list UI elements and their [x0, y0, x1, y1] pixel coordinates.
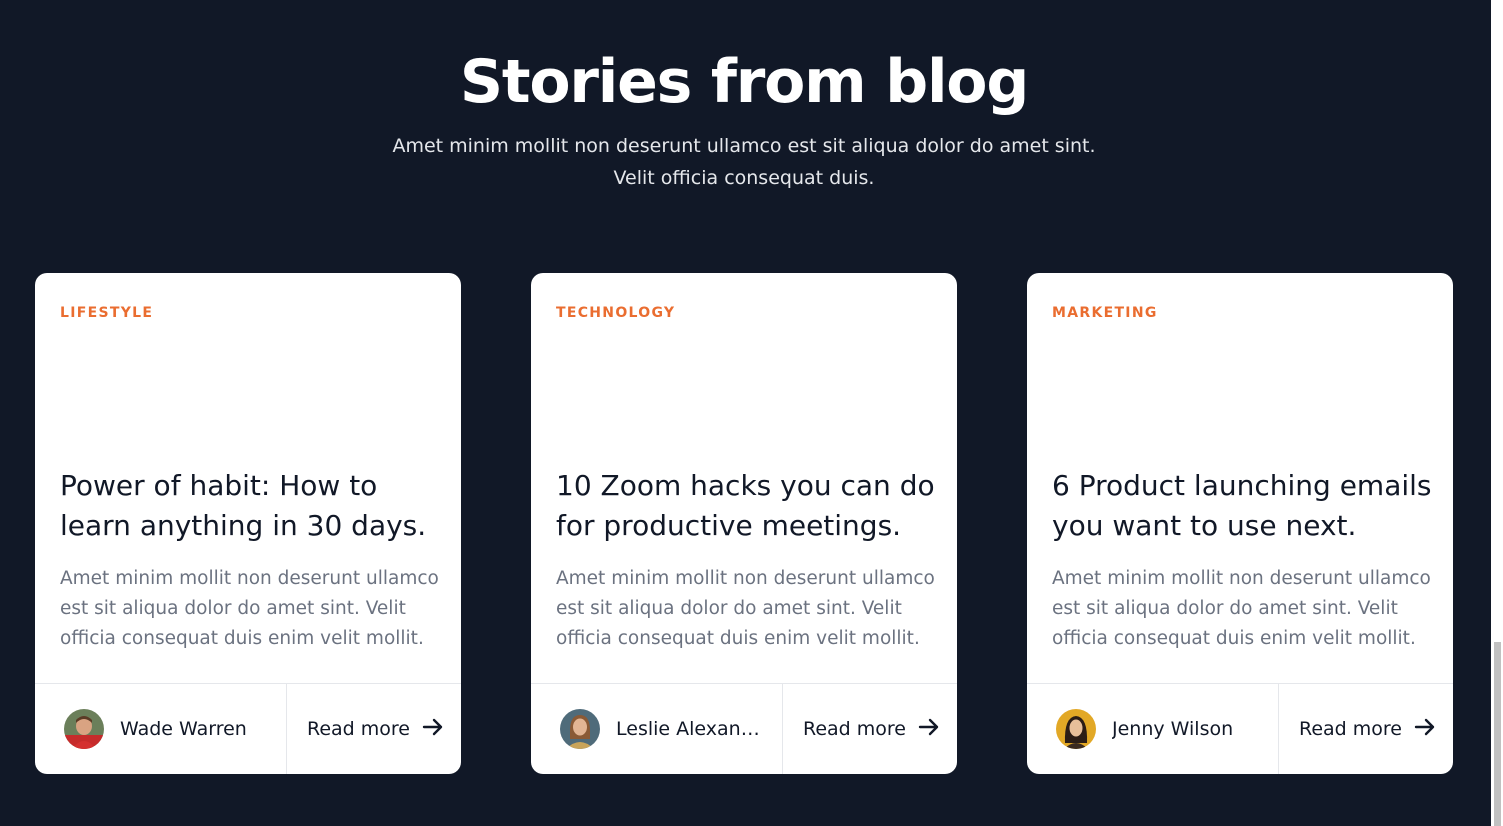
blog-card: MARKETING 6 Product launching emails you… — [1027, 273, 1453, 774]
read-more-label: Read more — [803, 718, 906, 740]
post-category[interactable]: MARKETING — [1052, 305, 1158, 321]
blog-card: LIFESTYLE Power of habit: How to learn a… — [35, 273, 461, 774]
avatar — [64, 709, 104, 749]
post-title[interactable]: 10 Zoom hacks you can do for productive … — [556, 466, 941, 546]
author-info: Wade Warren — [35, 684, 287, 774]
page-scrollbar[interactable] — [1491, 0, 1503, 826]
section-title: Stories from blog — [459, 47, 1029, 117]
card-footer: Jenny Wilson Read more — [1027, 683, 1453, 774]
read-more-link[interactable]: Read more — [783, 684, 957, 774]
blog-card: TECHNOLOGY 10 Zoom hacks you can do for … — [531, 273, 957, 774]
avatar — [1056, 709, 1096, 749]
post-title[interactable]: Power of habit: How to learn anything in… — [60, 466, 445, 546]
arrow-right-icon — [918, 718, 940, 741]
blog-section-header: Stories from blog Amet minim mollit non … — [0, 46, 1488, 194]
scrollbar-thumb[interactable] — [1494, 642, 1501, 826]
arrow-right-icon — [1414, 718, 1436, 741]
author-name[interactable]: Wade Warren — [120, 718, 247, 740]
card-footer: Leslie Alexander Read more — [531, 683, 957, 774]
author-name[interactable]: Jenny Wilson — [1112, 718, 1233, 740]
post-excerpt: Amet minim mollit non deserunt ullamco e… — [1052, 568, 1431, 649]
read-more-label: Read more — [1299, 718, 1402, 740]
read-more-link[interactable]: Read more — [287, 684, 461, 774]
post-excerpt: Amet minim mollit non deserunt ullamco e… — [556, 568, 935, 649]
author-info: Jenny Wilson — [1027, 684, 1279, 774]
card-footer: Wade Warren Read more — [35, 683, 461, 774]
read-more-link[interactable]: Read more — [1279, 684, 1453, 774]
post-title[interactable]: 6 Product launching emails you want to u… — [1052, 466, 1437, 546]
arrow-right-icon — [422, 718, 444, 741]
author-name[interactable]: Leslie Alexander — [616, 718, 764, 740]
read-more-label: Read more — [307, 718, 410, 740]
section-subtitle: Amet minim mollit non deserunt ullamco e… — [392, 135, 1096, 189]
post-excerpt: Amet minim mollit non deserunt ullamco e… — [60, 568, 439, 649]
post-category[interactable]: TECHNOLOGY — [556, 305, 675, 321]
avatar — [560, 709, 600, 749]
post-category[interactable]: LIFESTYLE — [60, 305, 153, 321]
author-info: Leslie Alexander — [531, 684, 783, 774]
